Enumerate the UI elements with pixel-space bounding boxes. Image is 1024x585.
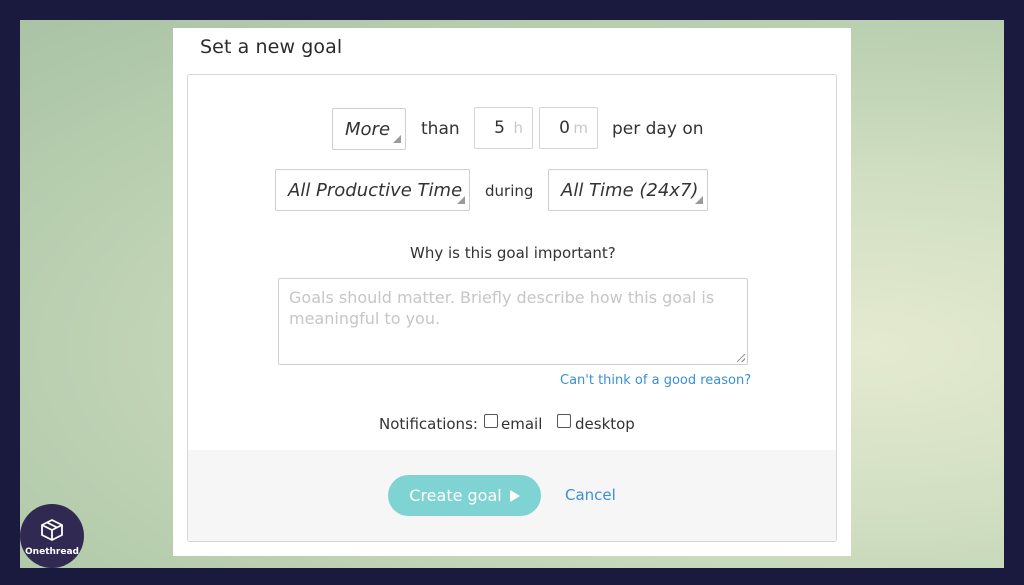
minutes-input[interactable]: 0 m bbox=[539, 107, 598, 149]
category-select[interactable]: All Productive Time bbox=[275, 169, 470, 211]
per-day-label: per day on bbox=[612, 119, 704, 139]
reason-textarea[interactable] bbox=[278, 278, 748, 365]
hours-value: 5 bbox=[494, 118, 505, 138]
reason-label: Why is this goal important? bbox=[410, 244, 616, 262]
dropdown-triangle-icon bbox=[457, 196, 465, 204]
hours-unit: h bbox=[513, 119, 523, 137]
form-footer: Create goal Cancel bbox=[188, 450, 836, 541]
email-checkbox[interactable] bbox=[484, 414, 498, 428]
goal-dialog: Set a new goal More than 5 h 0 m per day… bbox=[173, 28, 851, 556]
cancel-link[interactable]: Cancel bbox=[565, 486, 616, 504]
comparison-value: More bbox=[345, 118, 391, 140]
minutes-unit: m bbox=[573, 119, 588, 137]
than-label: than bbox=[421, 119, 460, 139]
logo-wordmark: Onethread bbox=[25, 547, 79, 557]
dialog-title: Set a new goal bbox=[200, 36, 343, 58]
background: Set a new goal More than 5 h 0 m per day… bbox=[20, 20, 1004, 568]
time-range-select[interactable]: All Time (24x7) bbox=[548, 169, 708, 211]
dropdown-triangle-icon bbox=[695, 196, 703, 204]
onethread-logo: Onethread bbox=[20, 504, 84, 568]
create-goal-label: Create goal bbox=[409, 486, 502, 505]
create-goal-button[interactable]: Create goal bbox=[388, 475, 541, 516]
during-label: during bbox=[485, 182, 534, 200]
hours-input[interactable]: 5 h bbox=[474, 107, 533, 149]
comparison-select[interactable]: More bbox=[332, 108, 406, 150]
reason-help-link[interactable]: Can't think of a good reason? bbox=[560, 373, 751, 388]
notifications-label: Notifications: bbox=[379, 415, 478, 433]
email-checkbox-label: email bbox=[501, 415, 543, 433]
dropdown-triangle-icon bbox=[393, 135, 401, 143]
box-stack-icon bbox=[41, 519, 63, 541]
minutes-value: 0 bbox=[559, 118, 570, 138]
category-value: All Productive Time bbox=[288, 179, 463, 201]
resize-handle-icon[interactable] bbox=[737, 354, 745, 362]
time-range-value: All Time (24x7) bbox=[561, 179, 699, 201]
play-arrow-icon bbox=[509, 489, 520, 502]
desktop-checkbox[interactable] bbox=[557, 414, 571, 428]
goal-form-panel: More than 5 h 0 m per day on All Product… bbox=[187, 74, 837, 542]
desktop-checkbox-label: desktop bbox=[575, 415, 635, 433]
